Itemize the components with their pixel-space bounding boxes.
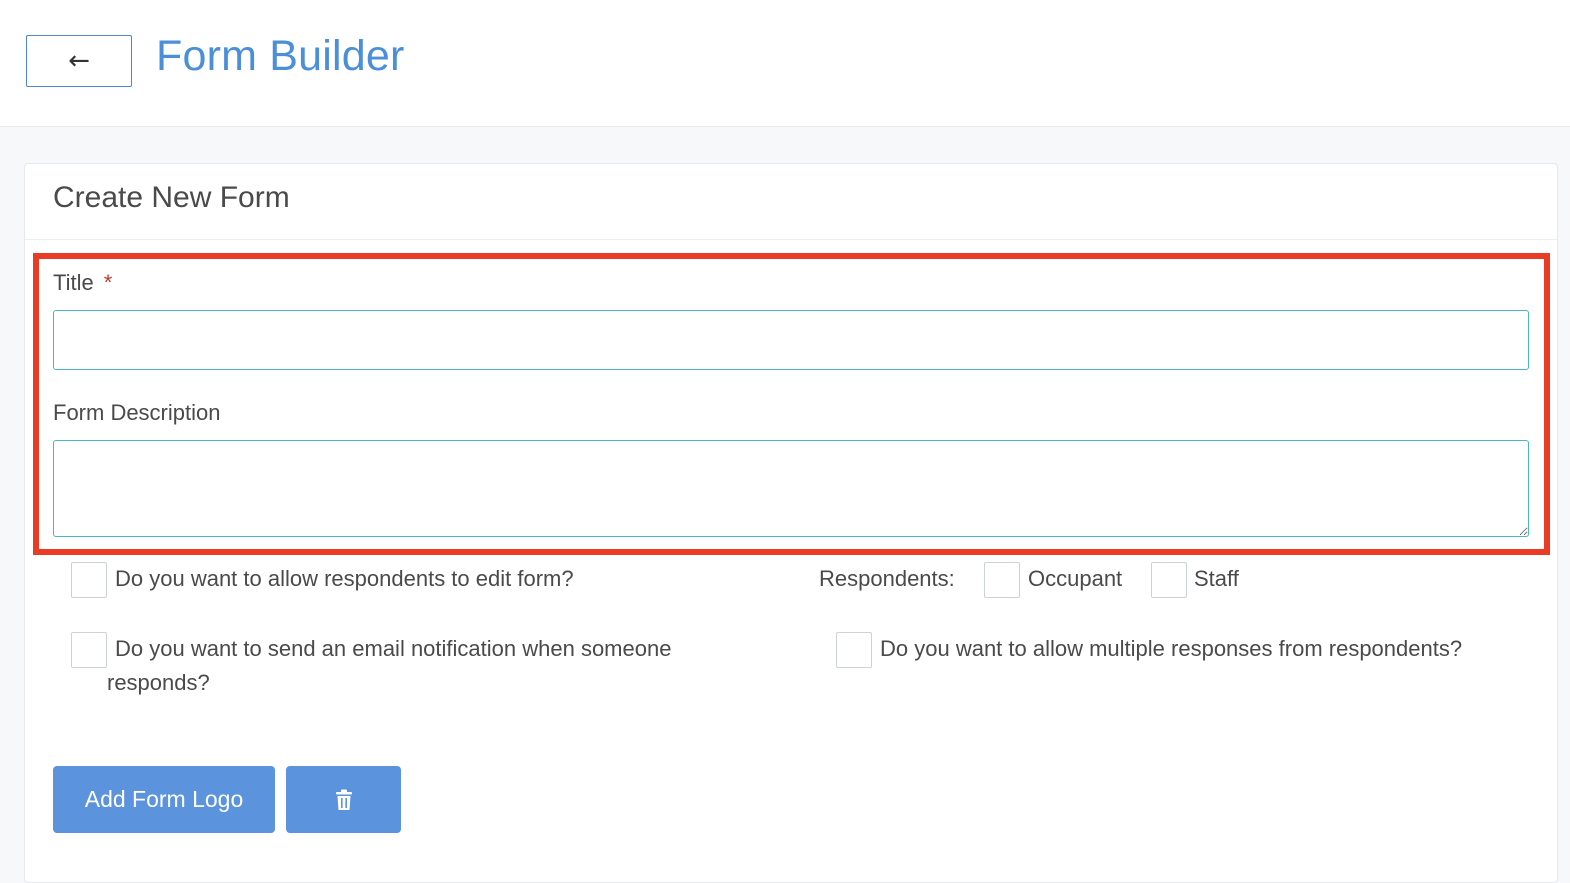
create-form-card: Create New Form Title * Form Description … xyxy=(24,163,1558,883)
multiple-responses-label: Do you want to allow multiple responses … xyxy=(880,636,1463,661)
title-label: Title * xyxy=(53,270,112,296)
description-textarea[interactable] xyxy=(53,440,1529,537)
back-button[interactable]: ← xyxy=(26,35,132,87)
occupant-checkbox[interactable] xyxy=(984,562,1020,598)
multiple-responses-checkbox[interactable] xyxy=(836,632,872,668)
email-notify-label-line1: Do you want to send an email notificatio… xyxy=(115,636,672,661)
respondents-label: Respondents: xyxy=(819,566,955,591)
required-marker: * xyxy=(103,270,113,295)
trash-icon xyxy=(335,789,352,810)
email-notify-label-line2: responds? xyxy=(107,670,210,695)
add-form-logo-button[interactable]: Add Form Logo xyxy=(53,766,275,833)
top-bar: ← Form Builder xyxy=(0,0,1570,127)
card-header: Create New Form xyxy=(25,164,1557,240)
staff-label: Staff xyxy=(1194,566,1239,591)
occupant-label: Occupant xyxy=(1028,566,1123,591)
title-label-text: Title xyxy=(53,270,94,295)
card-title: Create New Form xyxy=(53,181,290,214)
page-title: Form Builder xyxy=(156,32,405,80)
allow-edit-label: Do you want to allow respondents to edit… xyxy=(115,566,574,591)
description-label: Form Description xyxy=(53,400,221,425)
delete-logo-button[interactable] xyxy=(286,766,401,833)
allow-edit-checkbox[interactable] xyxy=(71,562,107,598)
staff-checkbox[interactable] xyxy=(1151,562,1187,598)
back-arrow-icon: ← xyxy=(68,46,90,76)
email-notify-checkbox[interactable] xyxy=(71,632,107,668)
title-input[interactable] xyxy=(53,310,1529,370)
